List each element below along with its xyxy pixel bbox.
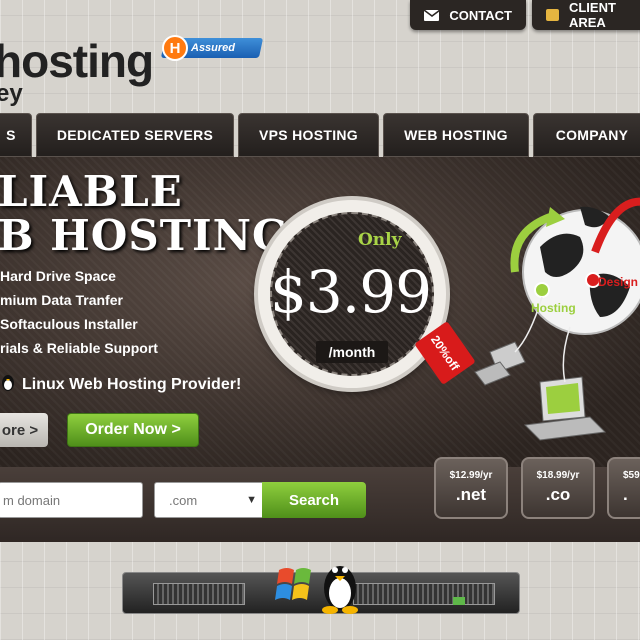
linux-provider-line: Linux Web Hosting Provider! [0, 373, 241, 396]
headline-line-2: B HOSTING [0, 211, 289, 260]
nav-item-company[interactable]: COMPANY [533, 113, 640, 157]
logo-sub-text: ey [0, 80, 23, 107]
contact-label: CONTACT [449, 7, 512, 23]
linux-provider-text: Linux Web Hosting Provider! [22, 375, 242, 393]
globe-label-hosting: Hosting [531, 301, 576, 315]
nav-item-web-hosting[interactable]: WEB HOSTING [383, 113, 529, 157]
domain-search-input[interactable]: m domain [0, 482, 143, 518]
tld-extension: .net [455, 485, 487, 504]
mail-icon [424, 9, 440, 21]
tld-extension: .co [545, 485, 571, 504]
tld-card-partial[interactable]: $59 . [607, 457, 640, 519]
main-nav: S DEDICATED SERVERS VPS HOSTING WEB HOST… [0, 113, 640, 157]
windows-logo-icon [275, 568, 311, 600]
headline-line-1: LIABLE [0, 167, 183, 216]
learn-more-button[interactable]: ore > [0, 413, 48, 447]
price-only-label: Only [358, 230, 402, 250]
price-period: /month [316, 341, 388, 363]
search-button[interactable]: Search [262, 482, 366, 518]
price-seal: Only $3.99 /month [258, 200, 446, 388]
client-area-label: CLIENT AREA [568, 0, 616, 30]
nav-item-dedicated-servers[interactable]: DEDICATED SERVERS [36, 113, 234, 157]
feature-installer: Softaculous Installer [0, 316, 138, 332]
tld-price: $59 [623, 470, 640, 481]
feature-support: rials & Reliable Support [0, 340, 158, 356]
tld-select[interactable]: .com ▼ [154, 482, 264, 518]
hero-banner: LIABLE B HOSTING Hard Drive Space mium D… [0, 157, 640, 467]
tld-card-co[interactable]: $18.99/yr .co [521, 457, 595, 519]
globe-label-design: Design [598, 275, 639, 289]
penguin-icon [0, 373, 16, 396]
badge-h-icon: H [162, 35, 188, 61]
nav-item-hosting[interactable]: S [0, 113, 32, 157]
briefcase-icon [546, 9, 559, 21]
contact-button[interactable]: CONTACT [410, 0, 526, 30]
feature-disk: Hard Drive Space [0, 268, 116, 284]
linux-penguin-icon [322, 566, 358, 614]
chevron-down-icon: ▼ [246, 494, 257, 506]
price-value: $3.99 [270, 258, 432, 326]
domain-search-bar: m domain .com ▼ Search $12.99/yr .net $1… [0, 457, 640, 542]
order-now-button[interactable]: Order Now > [67, 413, 199, 447]
nav-item-vps-hosting[interactable]: VPS HOSTING [238, 113, 379, 157]
tld-price: $12.99/yr [449, 470, 493, 481]
feature-transfer: mium Data Tranfer [0, 292, 123, 308]
logo-main-text: hosting [0, 35, 154, 87]
tld-selected-value: .com [169, 492, 198, 508]
client-area-button[interactable]: CLIENT AREA [532, 0, 640, 30]
tld-extension: . [623, 485, 628, 504]
tld-price: $18.99/yr [536, 470, 580, 481]
globe-icon [522, 209, 640, 335]
laptop-icon [523, 376, 607, 441]
tld-card-net[interactable]: $12.99/yr .net [434, 457, 508, 519]
assured-label: Assured [191, 42, 236, 54]
